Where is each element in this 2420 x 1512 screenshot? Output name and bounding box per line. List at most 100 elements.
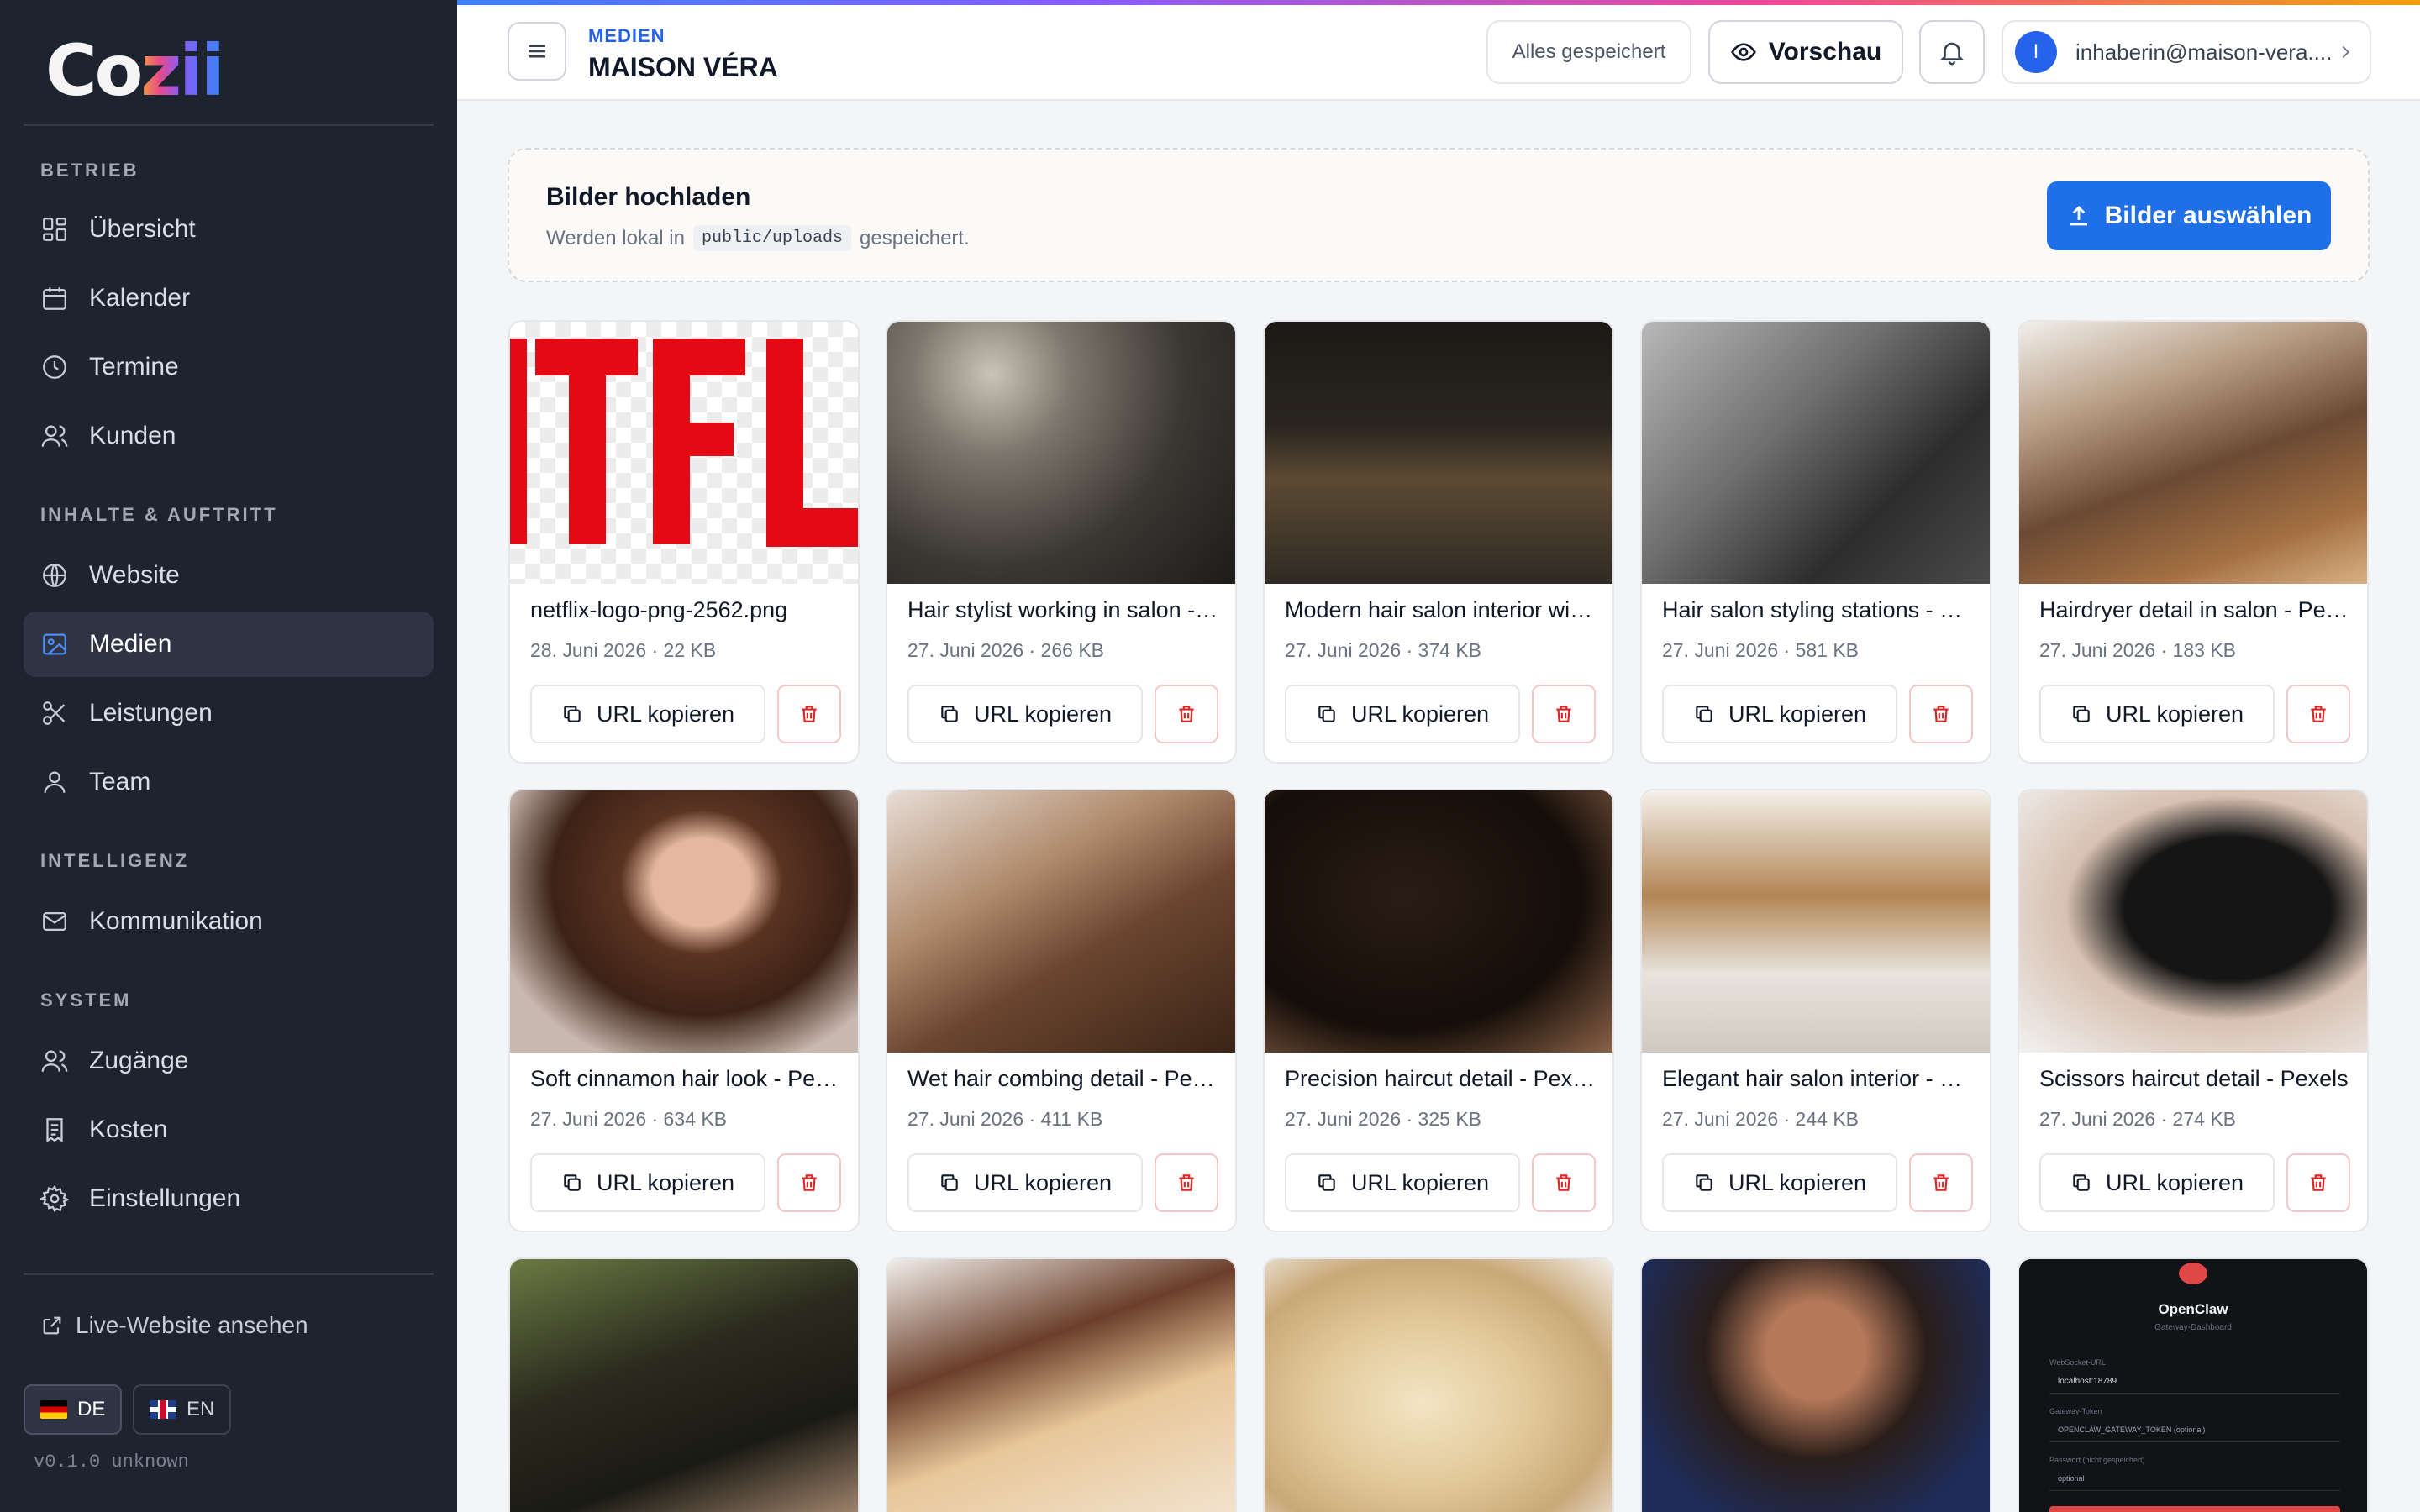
delete-button[interactable] [2286, 685, 2350, 743]
sidebar-item-label: Team [89, 768, 151, 795]
app-version: v0.1.0 unknown [34, 1452, 189, 1473]
copy-icon [2073, 1174, 2090, 1191]
upload-subtitle-suffix: gespeichert. [860, 226, 970, 249]
delete-button[interactable] [1155, 1153, 1218, 1212]
copy-url-button[interactable]: URL kopieren [1285, 685, 1520, 743]
copy-url-button[interactable]: URL kopieren [2039, 1153, 2275, 1212]
media-thumbnail[interactable] [1265, 790, 1612, 1053]
copy-url-label: URL kopieren [596, 701, 735, 727]
copy-url-button[interactable]: URL kopieren [1662, 1153, 1897, 1212]
media-thumbnail[interactable] [887, 790, 1235, 1053]
media-name: Elegant hair salon interior - Pexels [1662, 1066, 1973, 1091]
language-de-button[interactable]: DE [24, 1384, 123, 1435]
brand-logo[interactable]: Co z ii [45, 35, 225, 106]
sidebar-item-kommunikation[interactable]: Kommunikation [24, 889, 434, 954]
media-meta: 28. Juni 2026 · 22 KB [530, 639, 717, 661]
media-thumbnail[interactable] [1642, 790, 1990, 1053]
sidebar-item-zugaenge[interactable]: Zugänge [24, 1028, 434, 1094]
media-meta: 27. Juni 2026 · 244 KB [1662, 1108, 1859, 1130]
media-thumbnail[interactable] [1265, 322, 1612, 584]
trash-icon [2311, 706, 2326, 722]
upload-subtitle-prefix: Werden lokal in [546, 226, 685, 249]
delete-button[interactable] [1909, 685, 1973, 743]
top-bar: MEDIEN MAISON VÉRA Alles gespeichert Vor… [457, 5, 2420, 101]
upload-subtitle: Werden lokal in public/uploads gespeiche… [546, 225, 970, 251]
copy-url-button[interactable]: URL kopieren [908, 1153, 1143, 1212]
sidebar-item-kosten[interactable]: Kosten [24, 1097, 434, 1163]
media-thumbnail[interactable] [1642, 1259, 1990, 1512]
delete-button[interactable] [1532, 1153, 1596, 1212]
sidebar-item-einstellungen[interactable]: Einstellungen [24, 1166, 434, 1231]
sidebar-item-website[interactable]: Website [24, 543, 434, 608]
media-thumbnail[interactable]: OpenClaw Gateway-Dashboard WebSocket-URL lo… [2019, 1259, 2367, 1512]
media-thumbnail[interactable] [510, 790, 858, 1053]
preview-button[interactable]: Vorschau [1708, 20, 1903, 84]
upload-path: public/uploads [692, 225, 852, 251]
openclaw-ws-field: localhost:18789 [2049, 1372, 2340, 1394]
media-card: Hair salon styling stations - Pexels 27. … [1640, 320, 1991, 764]
trash-icon [2311, 1174, 2326, 1191]
media-meta: 27. Juni 2026 · 411 KB [908, 1108, 1103, 1130]
select-images-button[interactable]: Bilder auswählen [2047, 181, 2331, 250]
language-en-button[interactable]: EN [133, 1384, 232, 1435]
notifications-button[interactable] [1919, 20, 1985, 84]
upload-panel: Bilder hochladen Werden lokal in public/… [508, 148, 2370, 282]
openclaw-token-label: Gateway-Token [2049, 1407, 2102, 1415]
delete-button[interactable] [1155, 685, 1218, 743]
copy-url-button[interactable]: URL kopieren [530, 685, 765, 743]
openclaw-preview: OpenClaw Gateway-Dashboard WebSocket-URL lo… [2019, 1259, 2367, 1512]
upload-title: Bilder hochladen [546, 183, 751, 211]
hamburger-icon [529, 45, 545, 58]
openclaw-title: OpenClaw [2158, 1301, 2228, 1317]
sidebar-item-leistungen[interactable]: Leistungen [24, 680, 434, 746]
delete-button[interactable] [777, 1153, 841, 1212]
media-card: Hairdryer detail in salon - Pexels 27. Ju… [2018, 320, 2369, 764]
trash-icon [802, 1174, 817, 1191]
users-icon [41, 425, 68, 447]
sidebar-item-label: Kosten [89, 1116, 168, 1143]
media-thumbnail[interactable] [887, 1259, 1235, 1512]
media-thumbnail[interactable] [510, 1259, 858, 1512]
media-card: Elegant hair salon interior - Pexels 27. … [1640, 789, 1991, 1232]
sidebar-item-uebersicht[interactable]: Übersicht [24, 197, 434, 262]
sidebar-item-team[interactable]: Team [24, 749, 434, 815]
copy-url-label: URL kopieren [1350, 1169, 1490, 1195]
copy-url-button[interactable]: URL kopieren [2039, 685, 2275, 743]
copy-url-button[interactable]: URL kopieren [530, 1153, 765, 1212]
delete-button[interactable] [1909, 1153, 1973, 1212]
media-meta: 27. Juni 2026 · 183 KB [2039, 639, 2236, 661]
sidebar-item-kalender[interactable]: Kalender [24, 265, 434, 331]
media-thumbnail[interactable] [2019, 322, 2367, 584]
sidebar-section-intelligenz: INTELLIGENZ [40, 850, 190, 871]
copy-url-label: URL kopieren [2105, 701, 2244, 727]
media-thumbnail[interactable] [887, 322, 1235, 584]
menu-toggle-button[interactable] [508, 22, 566, 81]
copy-url-label: URL kopieren [1728, 701, 1867, 727]
user-menu-button[interactable]: I inhaberin@maison-vera.... [2002, 20, 2371, 84]
delete-button[interactable] [1532, 685, 1596, 743]
delete-button[interactable] [777, 685, 841, 743]
delete-button[interactable] [2286, 1153, 2350, 1212]
sidebar-item-termine[interactable]: Termine [24, 334, 434, 400]
media-thumbnail[interactable] [2019, 790, 2367, 1053]
bell-icon [1939, 42, 1965, 66]
copy-url-label: URL kopieren [2105, 1169, 2244, 1195]
receipt-icon [46, 1118, 63, 1142]
sidebar-item-medien[interactable]: Medien [24, 612, 434, 677]
dashboard-icon [43, 218, 66, 241]
media-thumbnail[interactable] [1642, 322, 1990, 584]
media-thumbnail[interactable] [1265, 1259, 1612, 1512]
copy-url-button[interactable]: URL kopieren [908, 685, 1143, 743]
sidebar-item-kunden[interactable]: Kunden [24, 403, 434, 469]
trash-icon [802, 706, 817, 722]
select-images-label: Bilder auswählen [2104, 202, 2312, 229]
chevron-right-icon [2342, 45, 2349, 59]
media-thumbnail[interactable] [510, 322, 858, 584]
copy-url-button[interactable]: URL kopieren [1662, 685, 1897, 743]
openclaw-subtitle: Gateway-Dashboard [2154, 1323, 2232, 1332]
media-meta: 27. Juni 2026 · 274 KB [2039, 1108, 2236, 1130]
sidebar-item-label: Website [89, 561, 180, 589]
sidebar-item-label: Kommunikation [89, 907, 263, 935]
copy-url-button[interactable]: URL kopieren [1285, 1153, 1520, 1212]
live-website-link[interactable]: Live-Website ansehen [40, 1312, 308, 1339]
